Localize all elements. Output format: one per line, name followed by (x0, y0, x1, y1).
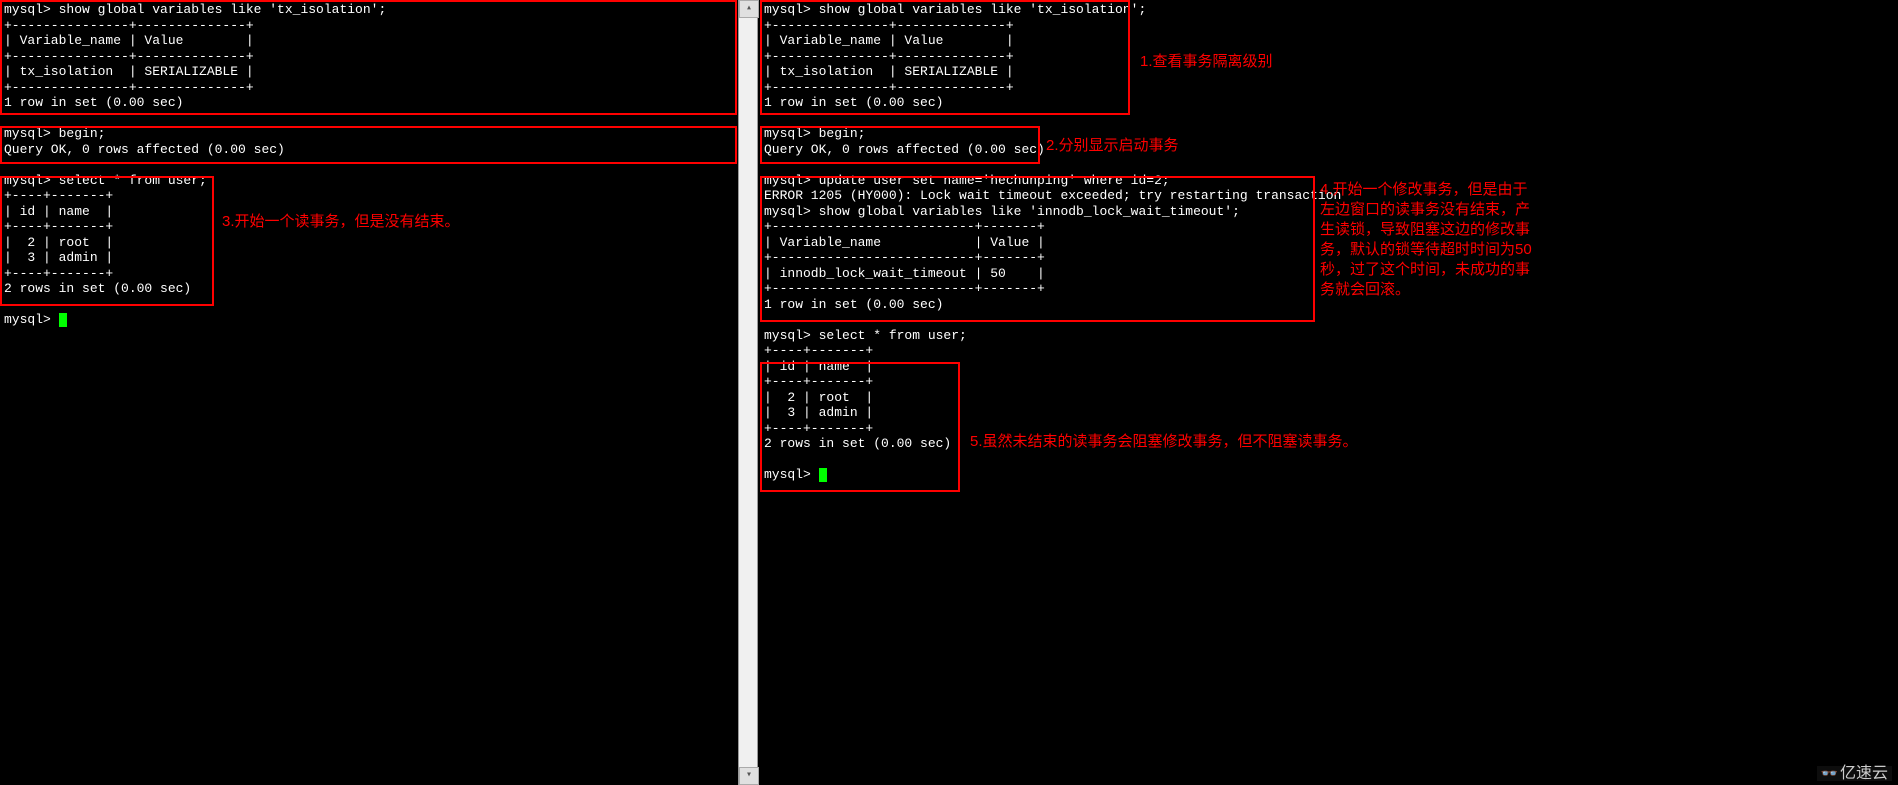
term-line: +----+-------+ (764, 374, 873, 389)
term-line: Query OK, 0 rows affected (0.00 sec) (764, 142, 1045, 157)
term-line: mysql> show global variables like 'innod… (764, 204, 1240, 219)
term-prompt: mysql> (764, 467, 827, 482)
term-line: | Variable_name | Value | (4, 33, 254, 48)
term-line: | 3 | admin | (764, 405, 873, 420)
term-line: +--------------------------+-------+ (764, 281, 1045, 296)
left-terminal[interactable]: mysql> show global variables like 'tx_is… (0, 0, 738, 785)
term-line: 1 row in set (0.00 sec) (4, 95, 183, 110)
term-line: +---------------+--------------+ (764, 49, 1014, 64)
cursor-icon (59, 313, 67, 327)
term-line: | Variable_name | Value | (764, 235, 1045, 250)
term-line: mysql> update user set name='hechunping'… (764, 173, 1170, 188)
term-line: +----+-------+ (4, 188, 113, 203)
annotation-text-4: 4.开始一个修改事务，但是由于左边窗口的读事务没有结束，产生读锁，导致阻塞这边的… (1320, 180, 1540, 300)
watermark: 👓亿速云 (1817, 766, 1892, 782)
term-line: mysql> begin; (4, 126, 105, 141)
term-line: mysql> select * from user; (4, 173, 207, 188)
term-line: +--------------------------+-------+ (764, 250, 1045, 265)
term-line: +---------------+--------------+ (4, 49, 254, 64)
vertical-scrollbar[interactable]: ▴ ▾ (738, 0, 758, 785)
term-line: | Variable_name | Value | (764, 33, 1014, 48)
term-line: | id | name | (4, 204, 113, 219)
term-line: +---------------+--------------+ (4, 18, 254, 33)
term-line: +---------------+--------------+ (4, 80, 254, 95)
glasses-icon: 👓 (1821, 766, 1838, 782)
term-line: 2 rows in set (0.00 sec) (764, 436, 951, 451)
term-line: | 2 | root | (764, 390, 873, 405)
term-line: ERROR 1205 (HY000): Lock wait timeout ex… (764, 188, 1341, 203)
term-line: mysql> begin; (764, 126, 865, 141)
annotation-text-2: 2.分别显示启动事务 (1046, 136, 1246, 156)
annotation-text-1: 1.查看事务隔离级别 (1140, 52, 1340, 72)
right-terminal[interactable]: mysql> show global variables like 'tx_is… (760, 0, 1898, 785)
watermark-text: 亿速云 (1840, 765, 1888, 782)
term-line: | 2 | root | (4, 235, 113, 250)
term-line: +----+-------+ (764, 343, 873, 358)
term-line: | tx_isolation | SERIALIZABLE | (764, 64, 1014, 79)
term-line: +----+-------+ (4, 266, 113, 281)
term-line: +----+-------+ (4, 219, 113, 234)
term-line: mysql> select * from user; (764, 328, 967, 343)
term-line: | innodb_lock_wait_timeout | 50 | (764, 266, 1045, 281)
term-line: 1 row in set (0.00 sec) (764, 95, 943, 110)
term-line: Query OK, 0 rows affected (0.00 sec) (4, 142, 285, 157)
term-line: 1 row in set (0.00 sec) (764, 297, 943, 312)
term-line: +--------------------------+-------+ (764, 219, 1045, 234)
annotation-text-5: 5.虽然未结束的读事务会阻塞修改事务，但不阻塞读事务。 (970, 432, 1390, 452)
term-line: | id | name | (764, 359, 873, 374)
scroll-down-button[interactable]: ▾ (739, 767, 759, 785)
term-prompt: mysql> (4, 312, 67, 327)
term-line: +---------------+--------------+ (764, 80, 1014, 95)
term-line: +---------------+--------------+ (764, 18, 1014, 33)
cursor-icon (819, 468, 827, 482)
scroll-up-button[interactable]: ▴ (739, 0, 759, 18)
term-line: +----+-------+ (764, 421, 873, 436)
term-line: mysql> show global variables like 'tx_is… (4, 2, 386, 17)
term-line: 2 rows in set (0.00 sec) (4, 281, 191, 296)
term-line: mysql> show global variables like 'tx_is… (764, 2, 1146, 17)
annotation-text-3: 3.开始一个读事务，但是没有结束。 (222, 212, 542, 232)
term-line: | 3 | admin | (4, 250, 113, 265)
term-line: | tx_isolation | SERIALIZABLE | (4, 64, 254, 79)
